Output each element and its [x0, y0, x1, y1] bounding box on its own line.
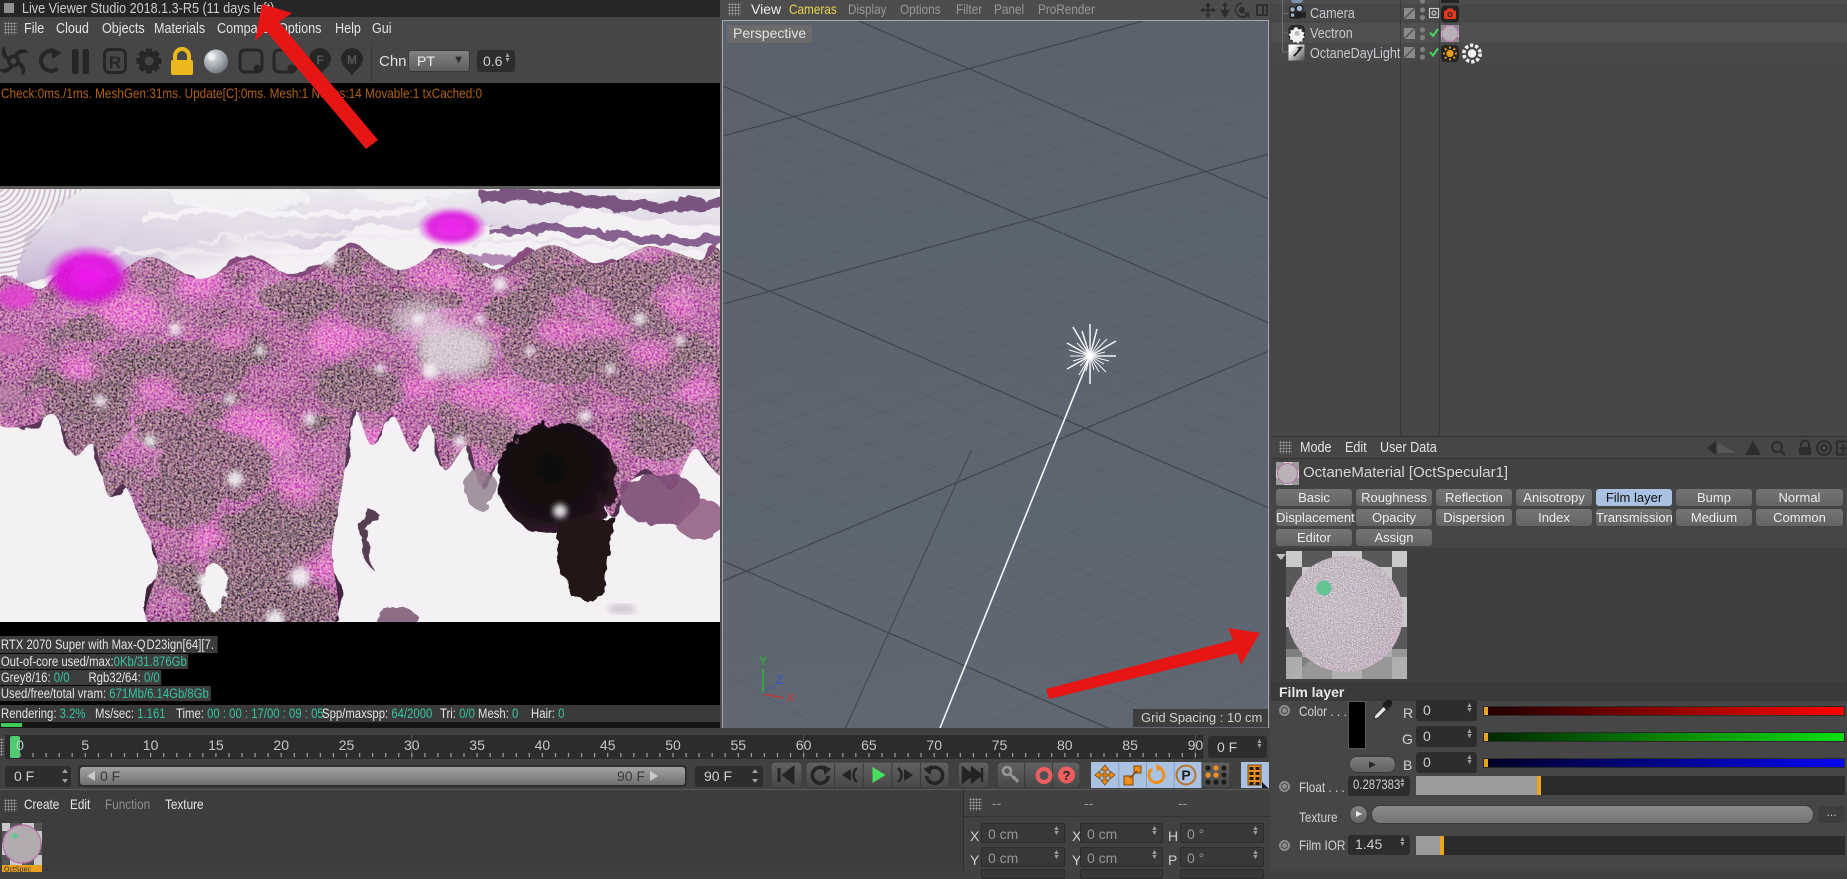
svg-text:40: 40 — [535, 737, 551, 753]
svg-text:45: 45 — [600, 737, 616, 753]
svg-text:35: 35 — [469, 737, 485, 753]
svg-text:0: 0 — [16, 737, 24, 753]
svg-text:R: R — [109, 53, 121, 72]
svg-text:5: 5 — [81, 737, 89, 753]
svg-text:Y: Y — [759, 654, 767, 668]
svg-text:15: 15 — [208, 737, 224, 753]
svg-text:50: 50 — [665, 737, 681, 753]
svg-text:0 F: 0 F — [100, 768, 120, 784]
svg-text:M: M — [347, 53, 357, 67]
svg-text:90 F: 90 F — [704, 768, 732, 784]
svg-text:P: P — [1181, 767, 1190, 783]
svg-text:55: 55 — [731, 737, 747, 753]
svg-text:Z: Z — [776, 673, 783, 687]
svg-text:90: 90 — [1188, 737, 1203, 753]
svg-text:10: 10 — [143, 737, 159, 753]
svg-text:OctSpec: OctSpec — [4, 867, 31, 873]
svg-text:X: X — [787, 691, 795, 705]
svg-text:0 F: 0 F — [14, 768, 34, 784]
svg-text:20: 20 — [273, 737, 289, 753]
svg-text:30: 30 — [404, 737, 420, 753]
svg-text:90 F: 90 F — [617, 768, 645, 784]
svg-text:25: 25 — [339, 737, 355, 753]
svg-text:65: 65 — [861, 737, 877, 753]
svg-text:75: 75 — [992, 737, 1008, 753]
svg-text:F: F — [316, 53, 323, 67]
svg-text:80: 80 — [1057, 737, 1073, 753]
svg-text:60: 60 — [796, 737, 812, 753]
svg-text:?: ? — [1063, 768, 1071, 783]
svg-text:85: 85 — [1122, 737, 1138, 753]
svg-text:70: 70 — [926, 737, 942, 753]
